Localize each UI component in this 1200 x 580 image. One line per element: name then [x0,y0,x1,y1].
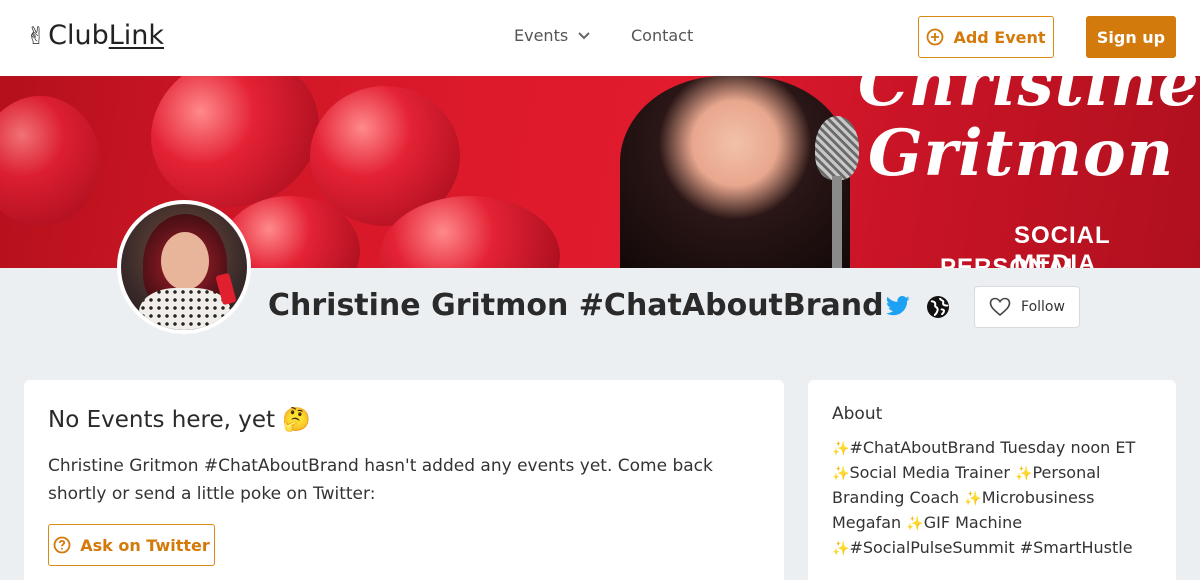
clublink-logo[interactable]: ✌ Club Link [26,20,164,51]
ask-on-twitter-label: Ask on Twitter [80,535,210,555]
profile-avatar [117,200,251,334]
banner-person-shape [620,76,850,268]
events-empty-title: No Events here, yet 🤔 [48,407,311,433]
about-item: #ChatAboutBrand Tuesday noon ET [849,438,1136,457]
sparkle-icon: ✨ [832,541,850,557]
heart-icon [989,297,1011,317]
about-item: GIF Machine [923,513,1023,532]
sparkle-icon: ✨ [906,516,924,532]
follow-button[interactable]: Follow [974,286,1080,328]
signup-button[interactable]: Sign up [1086,16,1176,58]
about-title: About [832,404,883,424]
nav-contact-link[interactable]: Contact [631,26,693,45]
banner-mic-stand-shape [832,176,842,268]
avatar-face-shape [161,232,209,290]
follow-label: Follow [1021,299,1065,315]
logo-club-text: Club [48,20,109,51]
banner-subtitle2: PERSONAL BRANDING [940,254,1081,268]
nav-events-dropdown[interactable]: Events [514,26,590,45]
about-bio: ✨#ChatAboutBrand Tuesday noon ET ✨Social… [832,436,1162,561]
add-event-label: Add Event [953,27,1046,47]
sparkle-icon: ✨ [832,441,850,457]
balloon-shape [0,96,100,226]
sparkle-icon: ✨ [1015,466,1033,482]
plus-circle-icon [927,28,944,46]
chevron-down-icon [578,31,590,39]
banner-microphone-shape [815,116,859,180]
avatar-dress-shape [139,288,231,330]
twitter-icon[interactable] [886,296,910,320]
sparkle-icon: ✨ [964,491,982,507]
events-empty-text: Christine Gritmon #ChatAboutBrand hasn't… [48,456,713,504]
site-header: ✌ Club Link Events Contact Add Event Sign… [0,0,1200,76]
sparkle-icon: ✨ [832,466,850,482]
banner-script-line2: Gritmon [868,116,1175,191]
logo-link-text: Link [108,20,165,51]
about-card: About ✨#ChatAboutBrand Tuesday noon ET ✨… [808,380,1176,580]
victory-hand-icon: ✌ [26,21,47,50]
add-event-button[interactable]: Add Event [918,16,1054,58]
question-circle-icon [53,536,71,554]
profile-name: Christine Gritmon #ChatAboutBrand [268,288,884,323]
globe-icon[interactable] [926,295,950,323]
ask-on-twitter-button[interactable]: Ask on Twitter [48,524,215,566]
about-item: Social Media Trainer [849,463,1010,482]
about-item: #SocialPulseSummit [849,538,1015,557]
events-card: No Events here, yet 🤔 Christine Gritmon … [24,380,784,580]
banner-script-line1: Christine [858,76,1200,121]
nav-events-label: Events [514,26,569,45]
about-item: #SmartHustle [1019,538,1133,557]
